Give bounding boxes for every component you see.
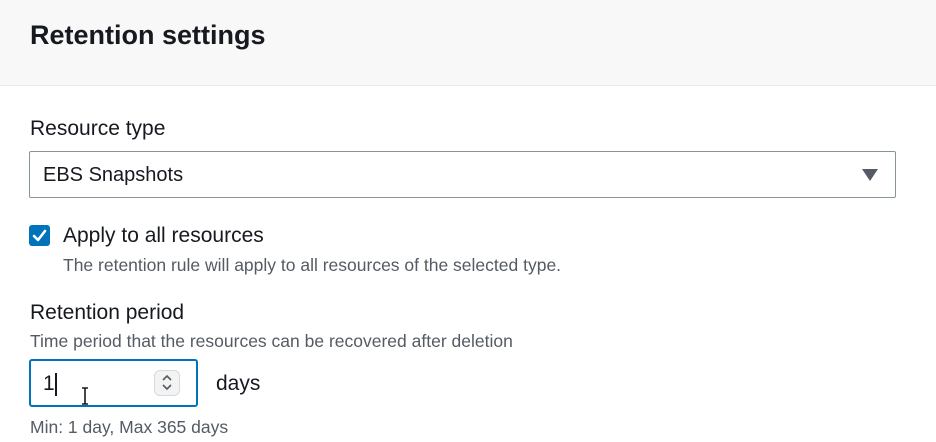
- apply-to-all-label[interactable]: Apply to all resources: [63, 223, 264, 249]
- panel-header: Retention settings: [0, 0, 936, 86]
- retention-settings-panel: Retention settings Resource type EBS Sna…: [0, 0, 936, 442]
- resource-type-label: Resource type: [30, 117, 166, 140]
- resource-type-selected-value: EBS Snapshots: [43, 164, 184, 186]
- retention-period-input[interactable]: 1: [29, 359, 198, 407]
- chevron-up-icon[interactable]: [162, 374, 172, 381]
- apply-to-all-checkbox[interactable]: [29, 225, 50, 246]
- checkmark-icon: [32, 229, 47, 242]
- resource-type-select[interactable]: EBS Snapshots: [29, 151, 896, 198]
- retention-period-description: Time period that the resources can be re…: [30, 331, 513, 351]
- retention-period-value: 1: [43, 372, 55, 395]
- number-spinner[interactable]: [154, 370, 180, 396]
- retention-period-constraint: Min: 1 day, Max 365 days: [30, 417, 229, 437]
- retention-unit-label: days: [216, 372, 261, 395]
- chevron-down-icon[interactable]: [162, 384, 172, 391]
- panel-title: Retention settings: [30, 20, 266, 50]
- caret-down-icon: [862, 169, 878, 181]
- text-cursor-icon: [82, 387, 88, 405]
- retention-period-label: Retention period: [30, 301, 185, 324]
- text-caret: [55, 373, 57, 396]
- apply-to-all-description: The retention rule will apply to all res…: [63, 255, 562, 275]
